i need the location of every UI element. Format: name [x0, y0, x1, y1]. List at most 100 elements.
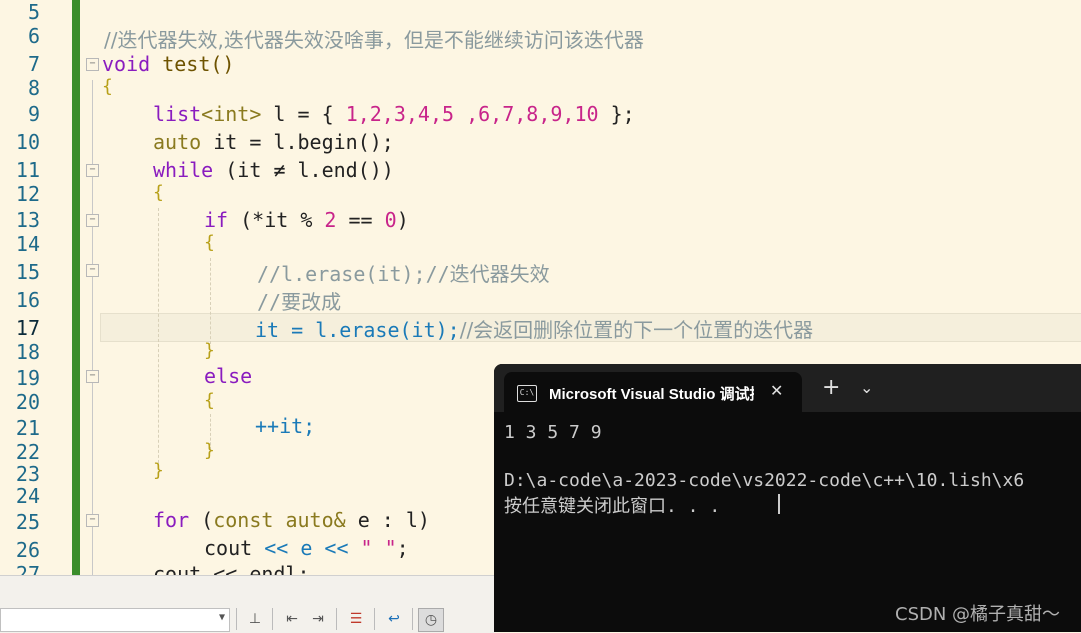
line-number: 14: [15, 232, 40, 256]
code-text: << e <<: [252, 536, 361, 560]
type-name: list: [153, 102, 202, 126]
clear-all-icon[interactable]: ☰: [344, 608, 368, 630]
code-text: l = {: [261, 102, 346, 126]
code-text: (*it %: [228, 208, 325, 232]
word-wrap-icon[interactable]: ↩: [382, 608, 406, 630]
collapse-icon[interactable]: −: [86, 264, 99, 277]
keyword: const auto&: [213, 508, 346, 532]
code-line: list<int> l = { 1,2,3,4,5 ,6,7,8,9,10 };: [153, 102, 635, 126]
console-output-line: 按任意键关闭此窗口. . .: [504, 496, 721, 517]
line-number: 5: [27, 0, 40, 24]
line-number: 20: [15, 390, 40, 414]
console-output-line: 1 3 5 7 9: [504, 422, 602, 443]
next-message-icon[interactable]: ⇥: [306, 608, 330, 630]
line-number: 10: [15, 130, 40, 154]
chevron-down-icon: ▼: [218, 612, 225, 623]
line-number-current: 17: [15, 316, 40, 340]
line-number: 8: [27, 76, 40, 100]
brace: {: [204, 232, 215, 253]
code-text: ): [396, 208, 409, 232]
code-text: cout: [204, 536, 253, 560]
code-line: auto it = l.begin();: [153, 130, 394, 154]
keyword: if: [204, 208, 229, 232]
line-number: 11: [15, 158, 40, 182]
debug-console-window[interactable]: C:\ Microsoft Visual Studio 调试控 ✕ + ⌄ 1 …: [494, 364, 1081, 632]
number: 2: [324, 208, 337, 232]
line-number: 15: [15, 260, 40, 284]
code-line: while (it ≠ l.end()): [153, 158, 394, 182]
code-text: ;: [396, 536, 409, 560]
line-number: 12: [15, 182, 40, 206]
keyword: else: [204, 364, 253, 388]
brace: {: [102, 76, 113, 97]
line-number: 16: [15, 288, 40, 312]
outline-line: [92, 80, 93, 575]
go-to-line-icon[interactable]: ⊥: [243, 608, 267, 630]
code-text: it = l.erase(it);: [255, 318, 460, 342]
console-tab[interactable]: C:\ Microsoft Visual Studio 调试控 ✕: [504, 372, 802, 414]
collapse-icon[interactable]: −: [86, 214, 99, 227]
collapse-icon[interactable]: −: [86, 370, 99, 383]
code-line: cout << e << " ";: [204, 536, 409, 560]
watermark: CSDN @橘子真甜～: [895, 604, 1061, 625]
keyword: void: [102, 52, 151, 76]
change-tracking-bar: [72, 0, 80, 575]
collapse-icon[interactable]: −: [86, 58, 99, 71]
code-comment: //迭代器失效,迭代器失效没啥事，但是不能继续访问该迭代器: [104, 28, 644, 52]
code-text: e : l): [345, 508, 430, 532]
template-arg: <int>: [201, 102, 262, 126]
console-output-line: D:\a-code\a-2023-code\vs2022-code\c++\10…: [504, 470, 1025, 491]
toolbar-divider: [236, 608, 237, 630]
code-comment: //l.erase(it);//迭代器失效: [257, 262, 550, 286]
toolbar-divider: [336, 608, 337, 630]
output-source-dropdown[interactable]: ▼: [0, 608, 230, 632]
keyword: while: [153, 158, 214, 182]
clock-icon[interactable]: ◷: [418, 608, 444, 632]
previous-message-icon[interactable]: ⇤: [280, 608, 304, 630]
brace: {: [153, 182, 164, 203]
line-number: 21: [15, 416, 40, 440]
toolbar-divider: [412, 608, 413, 630]
line-number: 24: [15, 484, 40, 508]
console-tab-title: Microsoft Visual Studio 调试控: [549, 386, 754, 403]
brace: {: [204, 390, 215, 411]
brace: }: [153, 460, 164, 481]
line-number: 9: [27, 102, 40, 126]
code-line: for (const auto& e : l): [153, 508, 430, 532]
toolbar-divider: [374, 608, 375, 630]
code-line: void test(): [102, 52, 234, 76]
code-line-current: it = l.erase(it);//会返回删除位置的下一个位置的迭代器: [255, 314, 813, 343]
number: 0: [384, 208, 397, 232]
code-text: it = l.begin();: [201, 130, 394, 154]
indent-guide: [158, 208, 159, 468]
line-number: 6: [27, 24, 40, 48]
chevron-down-icon[interactable]: ⌄: [860, 378, 873, 397]
code-comment: //会返回删除位置的下一个位置的迭代器: [459, 318, 814, 342]
line-number: 26: [15, 538, 40, 562]
line-number: 19: [15, 366, 40, 390]
code-line: cout << endl;: [153, 562, 310, 575]
line-number: 23: [15, 462, 40, 486]
brace: }: [204, 340, 215, 361]
indent-guide: [210, 258, 211, 344]
collapse-icon[interactable]: −: [86, 514, 99, 527]
collapse-icon[interactable]: −: [86, 164, 99, 177]
code-text: ==: [336, 208, 385, 232]
line-number: 27: [15, 562, 40, 575]
keyword: for: [153, 508, 190, 532]
code-text: (it ≠ l.end()): [213, 158, 394, 182]
line-number: 25: [15, 510, 40, 534]
code-text: (: [189, 508, 214, 532]
text-cursor: [778, 494, 780, 514]
code-line: if (*it % 2 == 0): [204, 208, 409, 232]
keyword: auto: [153, 130, 202, 154]
code-comment: //要改成: [257, 290, 342, 314]
function-name: test(): [150, 52, 235, 76]
number-list: 1,2,3,4,5 ,6,7,8,9,10: [345, 102, 599, 126]
close-icon[interactable]: ✕: [770, 381, 783, 400]
brace: }: [204, 440, 215, 461]
console-titlebar: C:\ Microsoft Visual Studio 调试控 ✕ + ⌄: [494, 364, 1081, 414]
line-number: 7: [27, 52, 40, 76]
new-tab-icon[interactable]: +: [822, 377, 840, 399]
line-number: 22: [15, 440, 40, 464]
